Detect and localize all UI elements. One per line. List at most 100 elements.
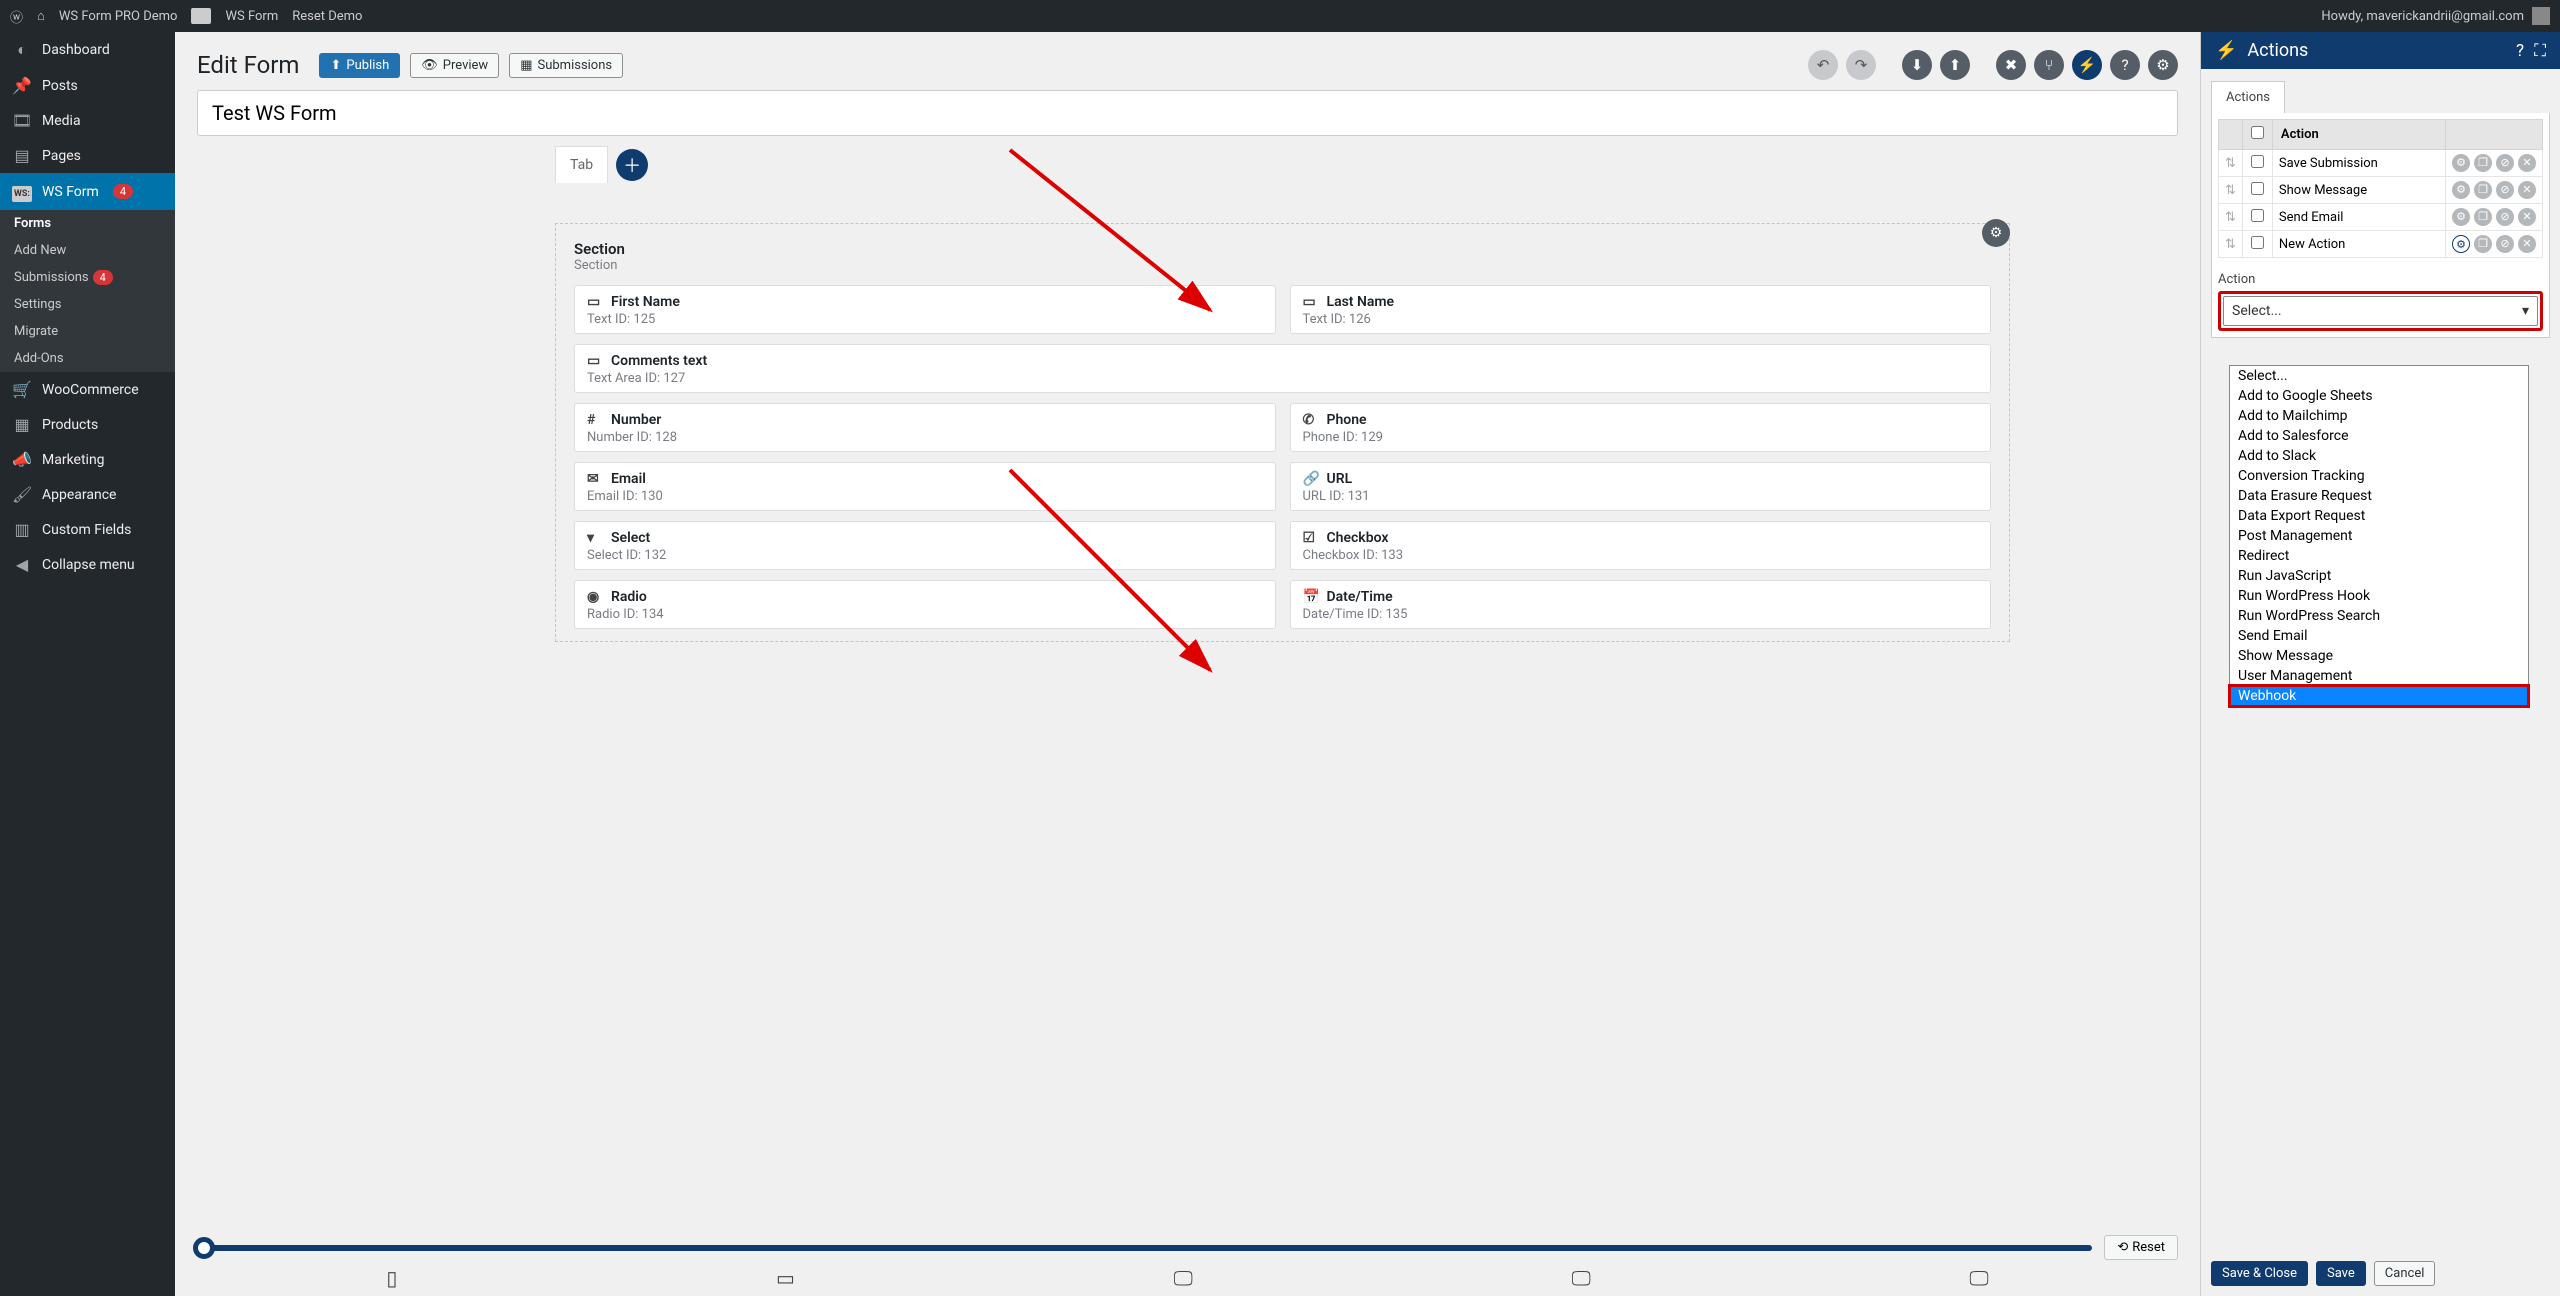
fork-icon[interactable]: ⑂	[2034, 50, 2064, 80]
sidebar-sub-add-new[interactable]: Add New	[0, 237, 175, 264]
publish-button[interactable]: ⬆Publish	[319, 53, 400, 78]
option-run-wordpress-hook[interactable]: Run WordPress Hook	[2230, 586, 2528, 606]
field-url[interactable]: 🔗URLURL ID: 131	[1290, 462, 1992, 511]
option-add-to-google-sheets[interactable]: Add to Google Sheets	[2230, 386, 2528, 406]
option-webhook[interactable]: Webhook	[2230, 686, 2528, 706]
option-add-to-salesforce[interactable]: Add to Salesforce	[2230, 426, 2528, 446]
field-select[interactable]: ▾SelectSelect ID: 132	[574, 521, 1276, 570]
settings-gear-icon[interactable]: ⚙	[2148, 50, 2178, 80]
option-add-to-mailchimp[interactable]: Add to Mailchimp	[2230, 406, 2528, 426]
row-check[interactable]	[2251, 182, 2264, 195]
clone-icon[interactable]: ❐	[2474, 181, 2492, 199]
clone-icon[interactable]: ❐	[2474, 208, 2492, 226]
section-container[interactable]: Section Section ▭First NameText ID: 125▭…	[555, 223, 2010, 642]
action-row[interactable]: ⇅New Action⚙❐⊘✕	[2219, 231, 2543, 258]
upload-round-icon[interactable]: ⬆	[1940, 50, 1970, 80]
sidebar-sub-add-ons[interactable]: Add-Ons	[0, 345, 175, 372]
field-date/time[interactable]: 📅Date/TimeDate/Time ID: 135	[1290, 580, 1992, 629]
delete-icon[interactable]: ✕	[2518, 208, 2536, 226]
check-all[interactable]	[2251, 126, 2264, 139]
option-conversion-tracking[interactable]: Conversion Tracking	[2230, 466, 2528, 486]
option-data-erasure-request[interactable]: Data Erasure Request	[2230, 486, 2528, 506]
check-all-header[interactable]	[2242, 120, 2272, 150]
clone-icon[interactable]: ❐	[2474, 235, 2492, 253]
disable-icon[interactable]: ⊘	[2496, 235, 2514, 253]
delete-icon[interactable]: ✕	[2518, 235, 2536, 253]
cancel-button[interactable]: Cancel	[2374, 1261, 2436, 1286]
wp-logo-icon[interactable]: ⓦ	[10, 7, 23, 26]
clone-icon[interactable]: ❐	[2474, 154, 2492, 172]
sidebar-item-pages[interactable]: ▤Pages	[0, 138, 175, 173]
tools-icon[interactable]: ✖	[1996, 50, 2026, 80]
help-icon[interactable]: ?	[2110, 50, 2140, 80]
sidebar-item-posts[interactable]: 📌Posts	[0, 68, 175, 103]
field-phone[interactable]: ✆PhonePhone ID: 129	[1290, 403, 1992, 452]
form-name-input[interactable]	[197, 90, 2178, 136]
sidebar-sub-settings[interactable]: Settings	[0, 291, 175, 318]
user-avatar-icon[interactable]	[2532, 7, 2550, 25]
action-row[interactable]: ⇅Save Submission⚙❐⊘✕	[2219, 150, 2543, 177]
reset-demo-link[interactable]: Reset Demo	[292, 9, 362, 24]
device-large-icon[interactable]: 🖵	[1969, 1266, 1988, 1290]
submissions-button[interactable]: ▦Submissions	[509, 53, 623, 78]
sidebar-item-dashboard[interactable]: ◐Dashboard	[0, 32, 175, 68]
reset-button[interactable]: ⟲Reset	[2104, 1235, 2178, 1260]
edit-icon[interactable]: ⚙	[2452, 181, 2470, 199]
field-comments-text[interactable]: ▭Comments textText Area ID: 127	[574, 344, 1991, 393]
wsform-badge-icon[interactable]: WS:	[191, 8, 211, 24]
sidebar-item-ws-form[interactable]: WS:WS Form4	[0, 173, 175, 210]
wsform-menu[interactable]: WS Form	[225, 9, 278, 24]
redo-icon[interactable]: ↷	[1846, 50, 1876, 80]
disable-icon[interactable]: ⊘	[2496, 154, 2514, 172]
howdy-text[interactable]: Howdy, maverickandrii@gmail.com	[2321, 9, 2524, 24]
sidebar-item-media[interactable]: 🎞Media	[0, 103, 175, 138]
action-row[interactable]: ⇅Send Email⚙❐⊘✕	[2219, 204, 2543, 231]
add-tab-button[interactable]: ＋	[616, 149, 648, 181]
option-show-message[interactable]: Show Message	[2230, 646, 2528, 666]
option-run-wordpress-search[interactable]: Run WordPress Search	[2230, 606, 2528, 626]
breakpoint-slider[interactable]	[197, 1245, 2092, 1251]
form-tab[interactable]: Tab	[555, 146, 608, 183]
slider-knob[interactable]	[193, 1237, 215, 1259]
action-dropdown[interactable]: Select...Add to Google SheetsAdd to Mail…	[2229, 365, 2529, 707]
panel-expand-icon[interactable]: ⛶	[2534, 41, 2546, 61]
field-number[interactable]: #NumberNumber ID: 128	[574, 403, 1276, 452]
sidebar-sub-migrate[interactable]: Migrate	[0, 318, 175, 345]
drag-handle-icon[interactable]: ⇅	[2219, 231, 2243, 258]
delete-icon[interactable]: ✕	[2518, 181, 2536, 199]
drag-handle-icon[interactable]: ⇅	[2219, 204, 2243, 231]
option-redirect[interactable]: Redirect	[2230, 546, 2528, 566]
device-desktop-icon[interactable]: 🖵	[1571, 1266, 1590, 1290]
home-icon[interactable]: ⌂	[37, 8, 45, 24]
option-select-[interactable]: Select...	[2230, 366, 2528, 386]
sidebar-sub-submissions[interactable]: Submissions4	[0, 264, 175, 291]
disable-icon[interactable]: ⊘	[2496, 181, 2514, 199]
delete-icon[interactable]: ✕	[2518, 154, 2536, 172]
sidebar-item-appearance[interactable]: 🖌Appearance	[0, 477, 175, 512]
download-icon[interactable]: ⬇	[1902, 50, 1932, 80]
drag-handle-icon[interactable]: ⇅	[2219, 177, 2243, 204]
drag-handle-icon[interactable]: ⇅	[2219, 150, 2243, 177]
edit-icon[interactable]: ⚙	[2452, 208, 2470, 226]
option-add-to-slack[interactable]: Add to Slack	[2230, 446, 2528, 466]
option-user-management[interactable]: User Management	[2230, 666, 2528, 686]
device-laptop-icon[interactable]: 🖵	[1174, 1266, 1193, 1290]
row-check[interactable]	[2251, 209, 2264, 222]
row-check[interactable]	[2251, 236, 2264, 249]
site-name[interactable]: WS Form PRO Demo	[59, 9, 178, 24]
field-first-name[interactable]: ▭First NameText ID: 125	[574, 285, 1276, 334]
field-radio[interactable]: ◉RadioRadio ID: 134	[574, 580, 1276, 629]
field-checkbox[interactable]: ☑CheckboxCheckbox ID: 133	[1290, 521, 1992, 570]
tab-settings-icon[interactable]: ⚙	[1982, 219, 2010, 247]
sidebar-item-custom-fields[interactable]: ▥Custom Fields	[0, 512, 175, 547]
edit-icon[interactable]: ⚙	[2452, 235, 2470, 253]
sidebar-item-woocommerce[interactable]: 🛒WooCommerce	[0, 372, 175, 407]
field-email[interactable]: ✉EmailEmail ID: 130	[574, 462, 1276, 511]
sidebar-sub-forms[interactable]: Forms	[0, 210, 175, 237]
option-run-javascript[interactable]: Run JavaScript	[2230, 566, 2528, 586]
option-data-export-request[interactable]: Data Export Request	[2230, 506, 2528, 526]
field-last-name[interactable]: ▭Last NameText ID: 126	[1290, 285, 1992, 334]
option-post-management[interactable]: Post Management	[2230, 526, 2528, 546]
save-close-button[interactable]: Save & Close	[2211, 1261, 2308, 1286]
action-row[interactable]: ⇅Show Message⚙❐⊘✕	[2219, 177, 2543, 204]
